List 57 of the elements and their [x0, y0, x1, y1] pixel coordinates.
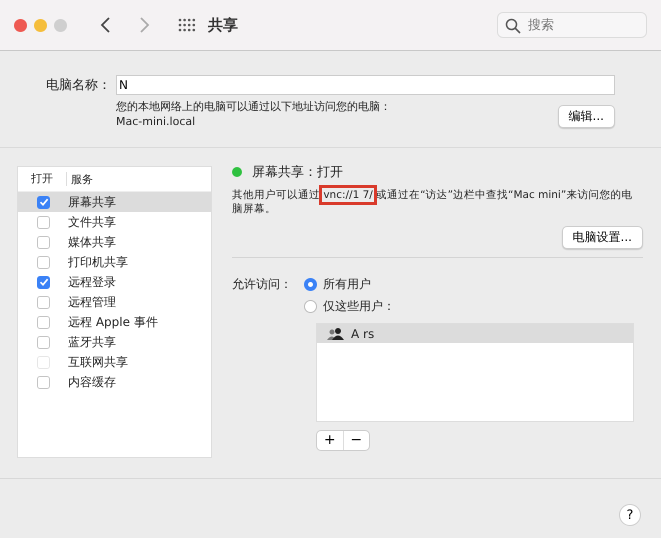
checkbox[interactable] — [37, 316, 50, 328]
service-name: 蓝牙共享 — [68, 334, 116, 350]
checkbox[interactable] — [37, 216, 50, 228]
remove-button[interactable]: − — [342, 431, 369, 450]
service-row[interactable]: 远程登录 — [18, 272, 211, 292]
radio-label: 所有用户 — [323, 276, 371, 293]
radio-button[interactable] — [304, 300, 317, 313]
grid-icon[interactable] — [178, 18, 196, 32]
column-header: 打开 — [18, 172, 67, 186]
access-label: 允许访问： — [232, 276, 293, 293]
forward-icon[interactable] — [138, 16, 150, 34]
local-address: Mac-mini.local — [116, 114, 196, 129]
back-icon[interactable] — [100, 16, 112, 34]
service-row[interactable]: 媒体共享 — [18, 232, 211, 252]
service-name: 内容缓存 — [68, 374, 116, 390]
checkbox[interactable] — [37, 276, 50, 288]
column-header: 服务 — [70, 172, 93, 186]
service-row[interactable]: 打印机共享 — [18, 252, 211, 272]
group-icon — [327, 326, 345, 340]
service-row[interactable]: 远程管理 — [18, 292, 211, 312]
service-name: 媒体共享 — [68, 234, 116, 250]
computer-settings-button[interactable]: 电脑设置... — [562, 226, 643, 249]
service-name: 打印机共享 — [68, 254, 128, 270]
service-row[interactable]: 远程 Apple 事件 — [18, 312, 211, 332]
service-name: 远程 Apple 事件 — [68, 314, 158, 330]
checkbox[interactable] — [37, 236, 50, 248]
description-text: 其他用户可以通过 vnc://1 7/ 或通过在“访达”边栏中查找“Mac mini”来访问您的电脑屏幕。 — [232, 188, 643, 216]
radio-button[interactable] — [304, 278, 317, 291]
add-button[interactable]: + — [317, 431, 342, 450]
service-row[interactable]: 屏幕共享 — [18, 192, 211, 212]
computer-name-field[interactable]: N — [116, 75, 615, 95]
checkbox[interactable] — [37, 196, 50, 208]
service-name: 屏幕共享 — [68, 194, 116, 210]
checkbox[interactable] — [37, 376, 50, 388]
help-button[interactable]: ? — [619, 504, 641, 526]
service-name: 远程管理 — [68, 294, 116, 310]
window-title: 共享 — [208, 16, 238, 34]
service-name: 互联网共享 — [68, 354, 128, 370]
close-button[interactable] — [14, 18, 27, 32]
computer-name-label: 电脑名称： — [46, 77, 112, 94]
minimize-button[interactable] — [34, 18, 47, 32]
service-row[interactable]: 蓝牙共享 — [18, 332, 211, 352]
search-field[interactable]: 搜索 — [497, 12, 647, 38]
service-row[interactable]: 内容缓存 — [18, 372, 211, 392]
checkbox[interactable] — [37, 336, 50, 348]
user-row[interactable]: A rs — [317, 324, 633, 343]
checkbox[interactable] — [37, 296, 50, 308]
edit-button[interactable]: 编辑... — [558, 105, 615, 128]
radio-label: 仅这些用户： — [323, 298, 395, 315]
user-name: A rs — [351, 326, 374, 340]
status-text: 屏幕共享：打开 — [252, 164, 343, 181]
service-name: 远程登录 — [68, 274, 116, 290]
service-row[interactable]: 文件共享 — [18, 212, 211, 232]
checkbox[interactable] — [37, 256, 50, 268]
zoom-button[interactable] — [54, 18, 67, 32]
address-hint: 您的本地网络上的电脑可以通过以下地址访问您的电脑： — [116, 99, 392, 114]
service-name: 文件共享 — [68, 214, 116, 230]
